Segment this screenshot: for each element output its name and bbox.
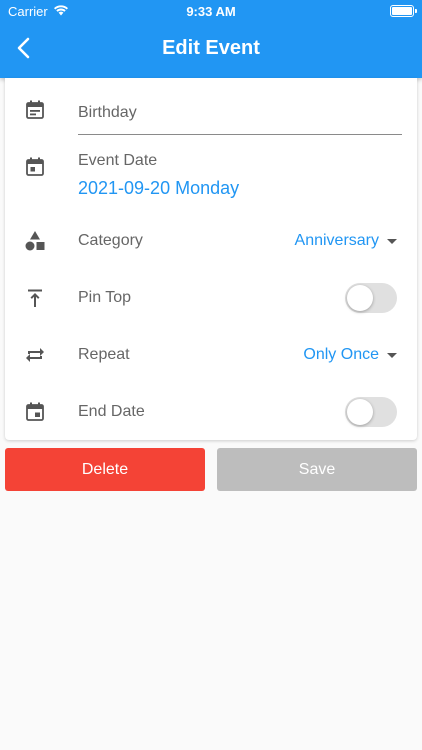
toggle-knob bbox=[347, 399, 373, 425]
end-date-icon bbox=[23, 400, 47, 424]
battery-icon bbox=[390, 5, 417, 17]
category-dropdown[interactable]: Anniversary bbox=[295, 232, 397, 250]
calendar-event-icon bbox=[23, 155, 47, 179]
page-title: Edit Event bbox=[162, 37, 260, 59]
category-value: Anniversary bbox=[294, 232, 379, 249]
delete-button[interactable]: Delete bbox=[5, 448, 205, 491]
event-date-value[interactable]: 2021-09-20 Monday bbox=[78, 178, 239, 199]
save-button[interactable]: Save bbox=[217, 448, 417, 491]
status-time: 9:33 AM bbox=[186, 4, 236, 19]
category-label: Category bbox=[78, 232, 143, 249]
end-date-toggle[interactable] bbox=[345, 397, 397, 427]
repeat-dropdown[interactable]: Only Once bbox=[303, 346, 397, 364]
end-date-label: End Date bbox=[78, 403, 145, 420]
title-input[interactable] bbox=[78, 98, 402, 135]
calendar-icon bbox=[23, 98, 47, 122]
event-date-label: Event Date bbox=[78, 152, 158, 169]
toggle-knob bbox=[347, 285, 373, 311]
caret-down-icon bbox=[387, 352, 397, 358]
event-form-card: Event Date 2021-09-20 Monday Category An… bbox=[5, 78, 417, 440]
app-bar: Carrier 9:33 AM Edit Event bbox=[0, 0, 422, 78]
pin-top-label: Pin Top bbox=[78, 289, 132, 306]
pin-top-icon bbox=[23, 286, 47, 310]
repeat-icon bbox=[23, 343, 47, 367]
caret-down-icon bbox=[387, 238, 397, 244]
repeat-label: Repeat bbox=[78, 346, 130, 363]
pin-top-toggle[interactable] bbox=[345, 283, 397, 313]
repeat-value: Only Once bbox=[303, 346, 379, 363]
status-bar: Carrier 9:33 AM bbox=[0, 0, 422, 22]
category-shapes-icon bbox=[23, 229, 47, 253]
